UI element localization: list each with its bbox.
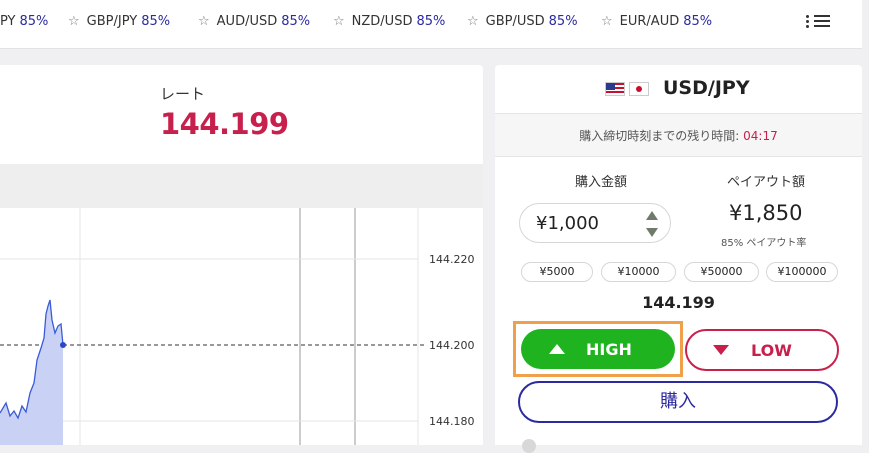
more-vertical-icon[interactable] bbox=[806, 14, 809, 28]
high-label: HIGH bbox=[586, 340, 632, 359]
low-button[interactable]: LOW bbox=[685, 329, 839, 371]
chart-svg: 144.220 144.200 144.180 bbox=[0, 208, 475, 445]
rate-value: 144.199 bbox=[160, 107, 289, 141]
deadline-time: 04:17 bbox=[743, 129, 778, 143]
ticker-item[interactable]: ☆ GBP/JPY 85% bbox=[68, 0, 170, 42]
pair-header: USD/JPY bbox=[495, 65, 862, 114]
deadline-row: 購入締切時刻までの残り時間: 04:17 bbox=[495, 114, 862, 157]
preset-amount-button[interactable]: ¥5000 bbox=[521, 262, 593, 282]
rate-label: レート bbox=[160, 85, 206, 103]
ticker-pair: EUR/AUD bbox=[619, 13, 680, 29]
high-button[interactable]: HIGH bbox=[521, 329, 675, 369]
hamburger-menu-icon[interactable] bbox=[814, 15, 830, 27]
ticker-item[interactable]: ☆ AUD/USD 85% bbox=[198, 0, 310, 42]
pair-name: USD/JPY bbox=[663, 77, 750, 99]
star-icon[interactable]: ☆ bbox=[467, 14, 479, 29]
ticker-pair: AUD/USD bbox=[216, 13, 278, 29]
current-rate: 144.199 bbox=[642, 293, 715, 312]
amount-value: ¥1,000 bbox=[536, 213, 599, 234]
ticker-pct: 85% bbox=[19, 13, 49, 29]
ticker-item[interactable]: ☆ GBP/USD 85% bbox=[467, 0, 578, 42]
preset-amount-button[interactable]: ¥100000 bbox=[766, 262, 838, 282]
deadline-text: 購入締切時刻までの残り時間: 04:17 bbox=[495, 127, 862, 144]
star-icon[interactable]: ☆ bbox=[198, 14, 210, 29]
axis-label: 144.180 bbox=[429, 415, 475, 428]
rate-panel: レート 144.199 bbox=[0, 65, 483, 164]
amount-input[interactable]: ¥1,000 bbox=[519, 203, 671, 243]
payout-value: ¥1,850 bbox=[729, 201, 803, 225]
ticker-pct: 85% bbox=[416, 13, 446, 29]
triangle-down-icon bbox=[713, 345, 729, 355]
star-icon[interactable]: ☆ bbox=[68, 14, 80, 29]
chart-header bbox=[0, 164, 483, 208]
trade-panel: USD/JPY 購入締切時刻までの残り時間: 04:17 購入金額 ペイアウト額… bbox=[495, 65, 862, 453]
deadline-label: 購入締切時刻までの残り時間: bbox=[579, 129, 740, 143]
jp-flag-icon bbox=[629, 82, 649, 96]
ticker-pct: 85% bbox=[548, 13, 578, 29]
top-ticker-bar: PY 85% ☆ GBP/JPY 85% ☆ AUD/USD 85% ☆ NZD/USD 85… bbox=[0, 0, 862, 49]
ticker-item[interactable]: ☆ NZD/USD 85% bbox=[333, 0, 445, 42]
star-icon[interactable]: ☆ bbox=[601, 14, 613, 29]
ticker-pair: GBP/JPY bbox=[86, 13, 138, 29]
preset-amount-button[interactable]: ¥50000 bbox=[684, 262, 759, 282]
ticker-pct: 85% bbox=[141, 13, 171, 29]
axis-label: 144.220 bbox=[429, 253, 475, 266]
high-highlight: HIGH bbox=[513, 321, 683, 377]
ticker-pct: 85% bbox=[281, 13, 311, 29]
ticker-pct: 85% bbox=[683, 13, 713, 29]
ticker-item[interactable]: PY 85% bbox=[0, 0, 48, 42]
buy-button[interactable]: 購入 bbox=[518, 381, 838, 423]
ticker-pair: NZD/USD bbox=[351, 13, 413, 29]
price-area bbox=[0, 300, 63, 445]
menu-button[interactable] bbox=[806, 10, 846, 32]
star-icon[interactable]: ☆ bbox=[333, 14, 345, 29]
low-label: LOW bbox=[751, 341, 792, 360]
payout-rate-note: 85% ペイアウト率 bbox=[721, 238, 807, 249]
price-chart[interactable]: 144.220 144.200 144.180 bbox=[0, 208, 483, 445]
axis-label: 144.200 bbox=[429, 339, 475, 352]
amount-label: 購入金額 bbox=[575, 175, 628, 190]
stepper-up-icon[interactable] bbox=[646, 211, 658, 220]
stepper-down-icon[interactable] bbox=[646, 228, 658, 237]
ticker-item[interactable]: ☆ EUR/AUD 85% bbox=[601, 0, 712, 42]
ticker-pair: PY bbox=[0, 13, 16, 29]
ticker-pair: GBP/USD bbox=[485, 13, 545, 29]
preset-amount-button[interactable]: ¥10000 bbox=[601, 262, 676, 282]
us-flag-icon bbox=[605, 82, 625, 96]
triangle-up-icon bbox=[549, 344, 565, 354]
payout-label: ペイアウト額 bbox=[727, 175, 806, 190]
current-price-dot bbox=[60, 342, 66, 348]
toggle-icon[interactable] bbox=[522, 439, 536, 453]
